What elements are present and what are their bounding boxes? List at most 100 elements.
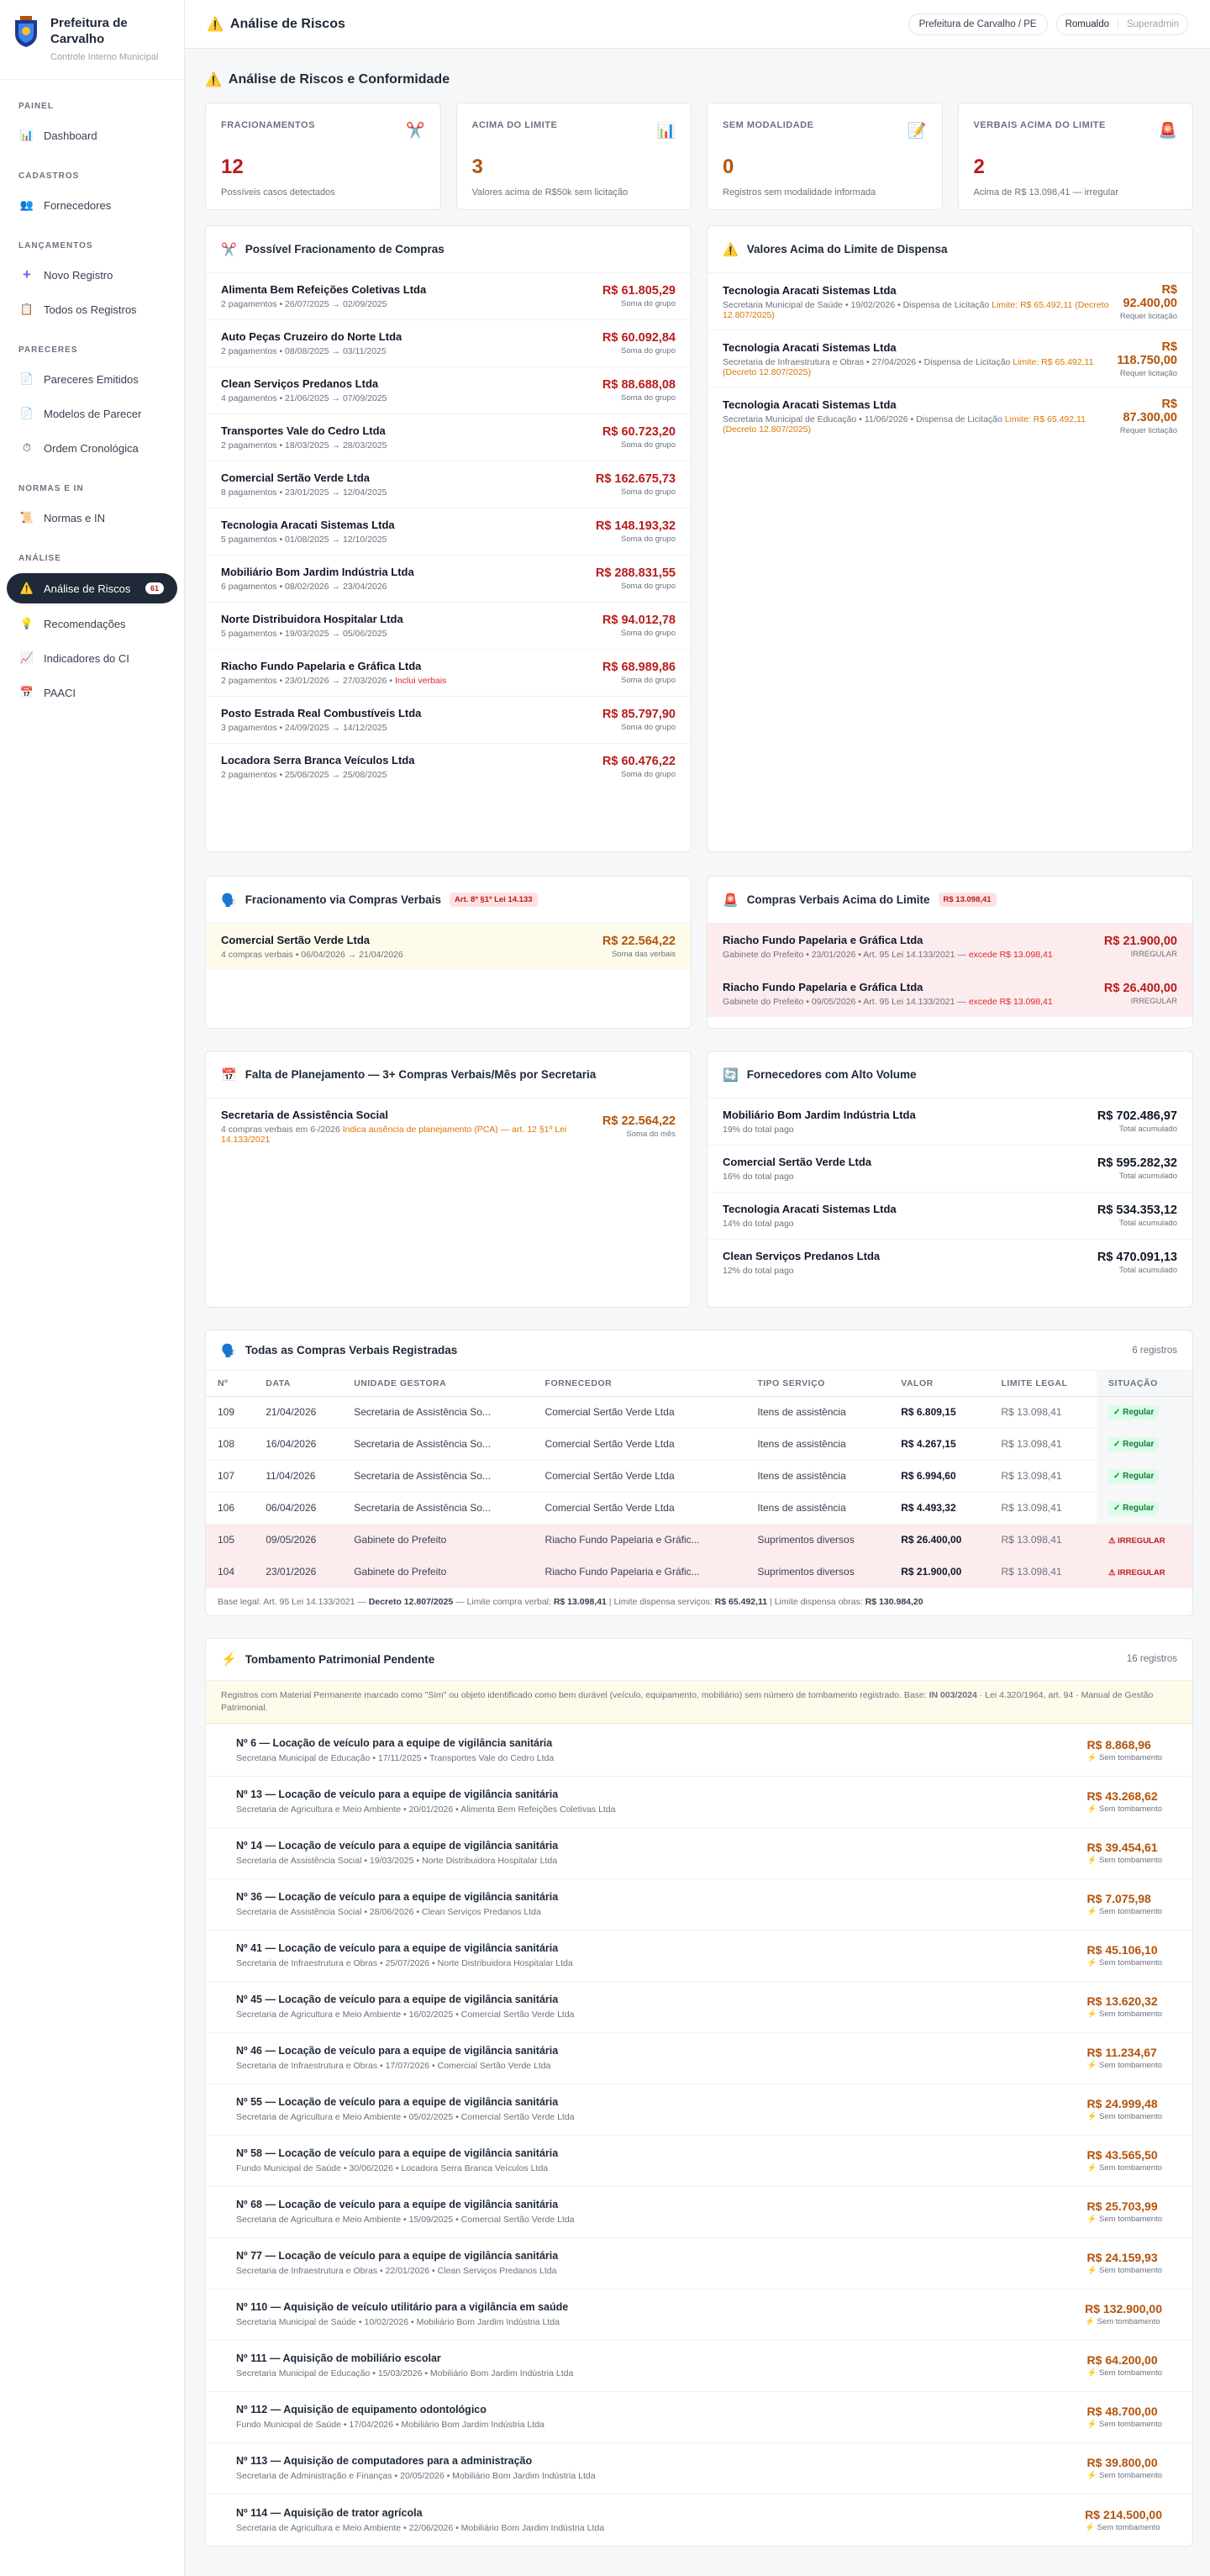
- fracionamento-item[interactable]: Auto Peças Cruzeiro do Norte Ltda 2 pagam…: [206, 320, 691, 367]
- sidebar-item-pareceres[interactable]: 📄 Pareceres Emitidos: [0, 365, 184, 393]
- fracionamento-item[interactable]: Norte Distribuidora Hospitalar Ltda 5 pag…: [206, 603, 691, 650]
- tombamento-item[interactable]: Nº 6 — Locação de veículo para a equipe …: [206, 1725, 1192, 1777]
- fracionamento-item[interactable]: Mobiliário Bom Jardim Indústria Ltda 6 pa…: [206, 556, 691, 603]
- compra-verbal-item[interactable]: Riacho Fundo Papelaria e Gráfica Ltda Gab…: [708, 924, 1192, 971]
- sidebar-item-paaci[interactable]: 📅 PAACI: [0, 678, 184, 707]
- fracionamento-item[interactable]: Comercial Sertão Verde Ltda 8 pagamentos …: [206, 461, 691, 508]
- item-amount: R$ 39.454,61: [1086, 1841, 1158, 1854]
- item-amount-block: R$ 43.565,50 ⚡ Sem tombamento: [1087, 2148, 1162, 2173]
- sidebar-item-fornecedores[interactable]: 👥 Fornecedores: [0, 191, 184, 219]
- item-info: Comercial Sertão Verde Ltda 4 compras ver…: [221, 934, 403, 960]
- table-row[interactable]: 108 16/04/2026 Secretaria de Assistência S…: [206, 1428, 1192, 1461]
- item-amount: R$ 8.868,96: [1086, 1738, 1151, 1752]
- sidebar-item-modelos[interactable]: 📄 Modelos de Parecer: [0, 399, 184, 428]
- item-sub: Secretaria Municipal de Educação • 11/06…: [723, 414, 1002, 424]
- fracionamento-item[interactable]: Locadora Serra Branca Veículos Ltda 2 pag…: [206, 744, 691, 790]
- fracionamento-item[interactable]: Alimenta Bem Refeições Coletivas Ltda 2 p…: [206, 273, 691, 320]
- sidebar-item-ordem[interactable]: ⏱ Ordem Cronológica: [0, 434, 184, 462]
- tombamento-item[interactable]: Nº 111 — Aquisição de mobiliário escolar…: [206, 2341, 1192, 2392]
- tombamento-item[interactable]: Nº 13 — Locação de veículo para a equipe…: [206, 1777, 1192, 1828]
- planejamento-item[interactable]: Secretaria de Assistência Social 4 compra…: [206, 1098, 691, 1155]
- tombamento-item[interactable]: Nº 77 — Locação de veículo para a equipe…: [206, 2238, 1192, 2289]
- tombamento-item[interactable]: Nº 36 — Locação de veículo para a equipe…: [206, 1879, 1192, 1931]
- brand[interactable]: Prefeitura de Carvalho Controle Interno …: [0, 0, 184, 80]
- stat-card[interactable]: ACIMA DO LIMITE 📊 3 Valores acima de R$5…: [455, 103, 692, 210]
- tombamento-item[interactable]: Nº 113 — Aquisição de computadores para …: [206, 2443, 1192, 2494]
- item-info: Comercial Sertão Verde Ltda 16% do total …: [723, 1156, 871, 1182]
- stat-label: SEM MODALIDADE: [723, 120, 814, 130]
- footnote-text: | Limite dispensa serviços:: [606, 1596, 715, 1607]
- tombamento-item[interactable]: Nº 58 — Locação de veículo para a equipe…: [206, 2136, 1192, 2187]
- sidebar-item-normas[interactable]: 📜 Normas e IN: [0, 503, 184, 532]
- user-menu[interactable]: Romualdo Superadmin: [1055, 13, 1188, 35]
- item-amount-block: R$ 45.106,10 ⚡ Sem tombamento: [1087, 1943, 1162, 1968]
- sidebar-item-todos-registros[interactable]: 📋 Todos os Registros: [0, 295, 184, 324]
- tombamento-item[interactable]: Nº 45 — Locação de veículo para a equipe…: [206, 1982, 1192, 2033]
- item-amount: R$ 60.723,20: [602, 425, 676, 439]
- fracionamento-item[interactable]: Clean Serviços Predanos Ltda 4 pagamentos…: [206, 367, 691, 414]
- sidebar-item-label: Modelos de Parecer: [44, 407, 142, 420]
- item-details: Secretaria de Infraestrutura e Obras • 1…: [236, 2061, 551, 2071]
- tombamento-item[interactable]: Nº 46 — Locação de veículo para a equipe…: [206, 2033, 1192, 2084]
- fracionamento-verbal-item[interactable]: Comercial Sertão Verde Ltda 4 compras ver…: [206, 924, 691, 970]
- record-count: 6 registros: [1132, 1345, 1177, 1356]
- item-name: Norte Distribuidora Hospitalar Ltda: [221, 613, 403, 625]
- item-amount-note: Total acumulado: [1118, 1266, 1177, 1275]
- scissors-icon: ✂️: [406, 122, 425, 139]
- sidebar-item-label: Novo Registro: [44, 268, 113, 282]
- compra-verbal-item[interactable]: Riacho Fundo Papelaria e Gráfica Ltda Gab…: [708, 971, 1192, 1017]
- sidebar-item-indicadores[interactable]: 📈 Indicadores do CI: [0, 644, 184, 672]
- item-details: Secretaria de Agricultura e Meio Ambient…: [236, 1804, 616, 1815]
- item-name: Comercial Sertão Verde Ltda: [221, 471, 371, 484]
- tombamento-item[interactable]: Nº 55 — Locação de veículo para a equipe…: [206, 2084, 1192, 2136]
- tombamento-item[interactable]: Nº 68 — Locação de veículo para a equipe…: [206, 2187, 1192, 2238]
- fornecedor-item[interactable]: Tecnologia Aracati Sistemas Ltda 14% do t…: [708, 1193, 1192, 1240]
- limite-item[interactable]: Tecnologia Aracati Sistemas Ltda Secretar…: [708, 387, 1192, 444]
- item-amount-note: ⚡ Sem tombamento: [1086, 2112, 1162, 2121]
- fracionamento-item[interactable]: Tecnologia Aracati Sistemas Ltda 5 pagame…: [206, 508, 691, 556]
- table-row[interactable]: 106 06/04/2026 Secretaria de Assistência S…: [206, 1492, 1192, 1525]
- limit-tag: R$ 13.098,41: [938, 893, 997, 907]
- table-row[interactable]: 104 23/01/2026 Gabinete do Prefeito Riacho …: [206, 1556, 1192, 1588]
- tombamento-item[interactable]: Nº 110 — Aquisição de veículo utilitário…: [206, 2289, 1192, 2341]
- nav-section-lancamentos: LANÇAMENTOS: [18, 241, 93, 250]
- item-info: Locadora Serra Branca Veículos Ltda 2 pag…: [221, 754, 414, 780]
- stat-card[interactable]: SEM MODALIDADE 📝 0 Registros sem modalid…: [707, 103, 943, 210]
- sidebar-item-recomendacoes[interactable]: 💡 Recomendações: [0, 609, 184, 638]
- fracionamento-item[interactable]: Riacho Fundo Papelaria e Gráfica Ltda 2 p…: [206, 650, 691, 697]
- cell-f: Riacho Fundo Papelaria e Gráfic...: [533, 1524, 746, 1557]
- limite-item[interactable]: Tecnologia Aracati Sistemas Ltda Secretar…: [708, 273, 1192, 330]
- stat-card[interactable]: FRACIONAMENTOS ✂️ 12 Possíveis casos det…: [205, 103, 441, 210]
- table-row[interactable]: 105 09/05/2026 Gabinete do Prefeito Riacho …: [206, 1524, 1192, 1557]
- tombamento-item[interactable]: Nº 41 — Locação de veículo para a equipe…: [206, 1931, 1192, 1982]
- fornecedor-item[interactable]: Mobiliário Bom Jardim Indústria Ltda 19% …: [708, 1098, 1192, 1146]
- sidebar-item-analise-riscos[interactable]: ⚠️ Análise de Riscos 61: [7, 573, 177, 603]
- cell-d: 16/04/2026: [254, 1428, 343, 1461]
- fracionamento-item[interactable]: Posto Estrada Real Combustíveis Ltda 3 pa…: [206, 697, 691, 744]
- sidebar-item-dashboard[interactable]: 📊 Dashboard: [0, 121, 184, 150]
- item-details: Fundo Municipal de Saúde • 30/06/2026 • …: [236, 2163, 549, 2173]
- tombamento-item[interactable]: Nº 112 — Aquisição de equipamento odonto…: [206, 2392, 1192, 2443]
- item-amount-note: Soma do grupo: [621, 723, 676, 732]
- cell-s: ⚠ IRREGULAR: [1096, 1556, 1192, 1588]
- tombamento-item[interactable]: Nº 114 — Aquisição de trator agrícola Sec…: [206, 2494, 1192, 2546]
- table-row[interactable]: 109 21/04/2026 Secretaria de Assistência S…: [206, 1396, 1192, 1429]
- sidebar-item-label: Normas e IN: [44, 511, 105, 524]
- table-row[interactable]: 107 11/04/2026 Secretaria de Assistência S…: [206, 1460, 1192, 1493]
- cell-t: Itens de assistência: [745, 1428, 890, 1461]
- nav-section-analise: ANÁLISE: [18, 554, 61, 563]
- sidebar-item-novo-registro[interactable]: + Novo Registro: [0, 261, 184, 289]
- item-amount-block: R$ 13.620,32 ⚡ Sem tombamento: [1087, 1994, 1162, 2019]
- fornecedor-item[interactable]: Clean Serviços Predanos Ltda 12% do total…: [708, 1240, 1192, 1286]
- stat-card[interactable]: VERBAIS ACIMA DO LIMITE 🚨 2 Acima de R$ …: [957, 103, 1193, 210]
- fornecedor-item[interactable]: Comercial Sertão Verde Ltda 16% do total …: [708, 1146, 1192, 1193]
- limite-item[interactable]: Tecnologia Aracati Sistemas Ltda Secretar…: [708, 330, 1192, 387]
- item-amount: 87.300,00: [1123, 411, 1177, 424]
- cell-u: Gabinete do Prefeito: [342, 1556, 534, 1588]
- cell-s: ✓ Regular: [1096, 1428, 1192, 1461]
- cell-u: Secretaria de Assistência So...: [342, 1492, 534, 1525]
- org-selector[interactable]: Prefeitura de Carvalho / PE: [908, 13, 1048, 35]
- tombamento-item[interactable]: Nº 14 — Locação de veículo para a equipe…: [206, 1828, 1192, 1879]
- item-name: Tecnologia Aracati Sistemas Ltda: [723, 1203, 897, 1215]
- fracionamento-item[interactable]: Transportes Vale do Cedro Ltda 2 pagament…: [206, 414, 691, 461]
